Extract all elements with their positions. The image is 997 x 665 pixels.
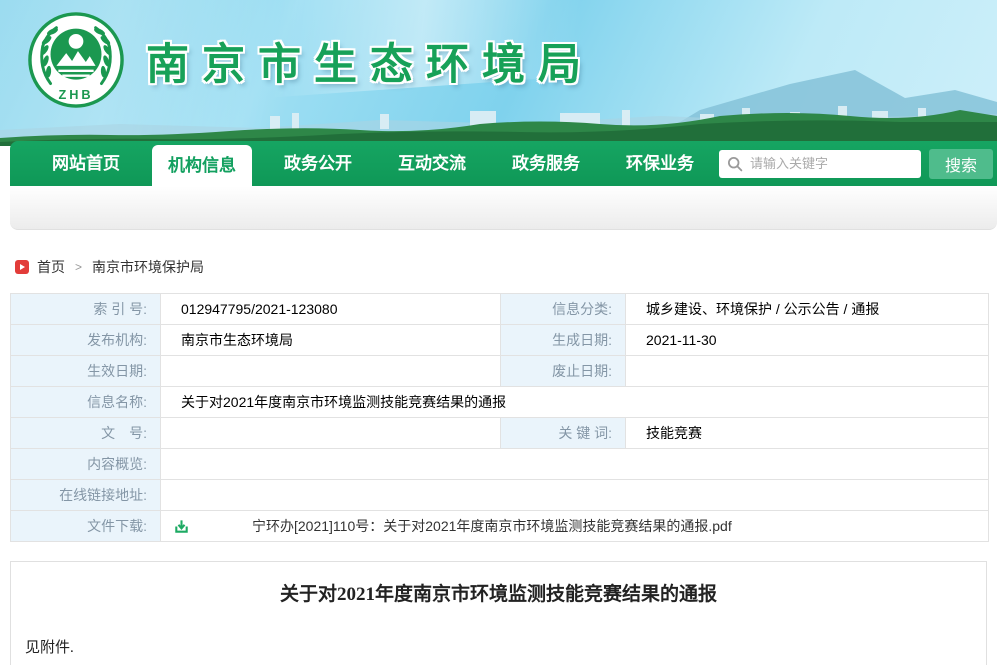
summary-value bbox=[161, 449, 989, 480]
search-button[interactable]: 搜索 bbox=[929, 149, 993, 179]
info-name-label: 信息名称: bbox=[11, 387, 161, 418]
publisher-label: 发布机构: bbox=[11, 325, 161, 356]
table-row: 内容概览: bbox=[11, 449, 989, 480]
logo-text: ZHB bbox=[59, 87, 94, 102]
effective-date-label: 生效日期: bbox=[11, 356, 161, 387]
online-link-label: 在线链接地址: bbox=[11, 480, 161, 511]
index-number-value: 012947795/2021-123080 bbox=[161, 294, 501, 325]
category-label: 信息分类: bbox=[501, 294, 626, 325]
table-row: 发布机构: 南京市生态环境局 生成日期: 2021-11-30 bbox=[11, 325, 989, 356]
table-row: 索 引 号: 012947795/2021-123080 信息分类: 城乡建设、… bbox=[11, 294, 989, 325]
online-link-value bbox=[161, 480, 989, 511]
nav-item-gov-disclosure[interactable]: 政务公开 bbox=[268, 141, 368, 186]
table-row: 在线链接地址: bbox=[11, 480, 989, 511]
article-box: 关于对2021年度南京市环境监测技能竞赛结果的通报 见附件. bbox=[10, 561, 987, 665]
info-name-value: 关于对2021年度南京市环境监测技能竞赛结果的通报 bbox=[161, 387, 989, 418]
index-number-label: 索 引 号: bbox=[11, 294, 161, 325]
main-navigation: 网站首页 机构信息 政务公开 互动交流 政务服务 环保业务 搜索 bbox=[10, 141, 997, 230]
search-zone: 搜索 bbox=[719, 141, 997, 186]
summary-label: 内容概览: bbox=[11, 449, 161, 480]
nav-item-home[interactable]: 网站首页 bbox=[36, 141, 136, 186]
search-box[interactable] bbox=[719, 150, 921, 178]
doc-number-label: 文 号: bbox=[11, 418, 161, 449]
keyword-value: 技能竞赛 bbox=[626, 418, 989, 449]
table-row: 文 号: 关 键 词: 技能竞赛 bbox=[11, 418, 989, 449]
table-row: 文件下载: 宁环办[2021]110号：关于对2021年度南京市环境监测技能竞赛… bbox=[11, 511, 989, 542]
download-icon bbox=[173, 518, 190, 535]
nav-item-org-info[interactable]: 机构信息 bbox=[152, 145, 252, 186]
site-banner: ZHB 南京市生态环境局 bbox=[0, 0, 997, 146]
download-file-link[interactable]: 宁环办[2021]110号：关于对2021年度南京市环境监测技能竞赛结果的通报.… bbox=[252, 516, 732, 536]
breadcrumb-marker-icon bbox=[15, 260, 29, 274]
search-input[interactable] bbox=[750, 156, 913, 171]
breadcrumb: 首页 > 南京市环境保护局 bbox=[15, 257, 997, 277]
download-label: 文件下载: bbox=[11, 511, 161, 542]
abolished-date-value bbox=[626, 356, 989, 387]
keyword-label: 关 键 词: bbox=[501, 418, 626, 449]
publisher-value: 南京市生态环境局 bbox=[161, 325, 501, 356]
abolished-date-label: 废止日期: bbox=[501, 356, 626, 387]
nav-item-env-business[interactable]: 环保业务 bbox=[610, 141, 710, 186]
table-row: 生效日期: 废止日期: bbox=[11, 356, 989, 387]
search-icon bbox=[727, 156, 743, 172]
doc-number-value bbox=[161, 418, 501, 449]
created-date-label: 生成日期: bbox=[501, 325, 626, 356]
article-body: 见附件. bbox=[25, 636, 972, 657]
category-value: 城乡建设、环境保护 / 公示公告 / 通报 bbox=[626, 294, 989, 325]
created-date-value: 2021-11-30 bbox=[626, 325, 989, 356]
nav-sub-bar bbox=[10, 186, 997, 230]
breadcrumb-separator: > bbox=[75, 260, 82, 274]
nav-item-interaction[interactable]: 互动交流 bbox=[382, 141, 482, 186]
nav-bar: 网站首页 机构信息 政务公开 互动交流 政务服务 环保业务 搜索 bbox=[10, 141, 997, 186]
breadcrumb-current-link[interactable]: 南京市环境保护局 bbox=[92, 257, 204, 277]
site-title: 南京市生态环境局 bbox=[146, 30, 594, 92]
table-row: 信息名称: 关于对2021年度南京市环境监测技能竞赛结果的通报 bbox=[11, 387, 989, 418]
bureau-logo-icon: ZHB bbox=[27, 11, 125, 109]
article-title: 关于对2021年度南京市环境监测技能竞赛结果的通报 bbox=[25, 579, 972, 606]
nav-item-gov-services[interactable]: 政务服务 bbox=[496, 141, 596, 186]
effective-date-value bbox=[161, 356, 501, 387]
breadcrumb-home-link[interactable]: 首页 bbox=[37, 257, 65, 277]
document-meta-table: 索 引 号: 012947795/2021-123080 信息分类: 城乡建设、… bbox=[10, 293, 989, 542]
